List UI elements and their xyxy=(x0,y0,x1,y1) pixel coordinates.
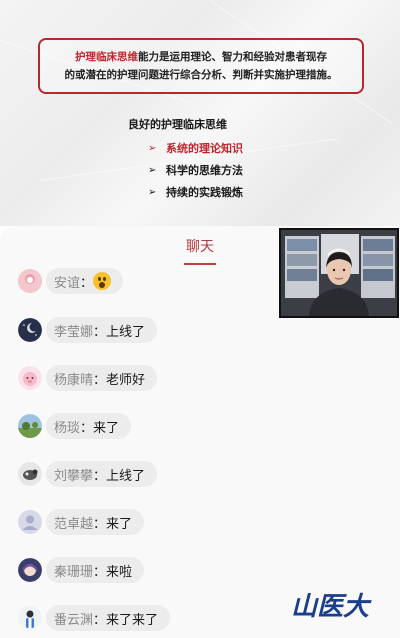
sender-name: 杨康晴 xyxy=(54,372,94,388)
teacher-video-feed[interactable] xyxy=(279,228,399,318)
chat-message: 安谊： xyxy=(18,268,124,294)
chat-message: 秦珊珊：来啦 xyxy=(18,557,145,583)
slide-bullet-item: ➢ 系统的理论知识 xyxy=(148,137,243,159)
presentation-slide: 护理临床思维能力是运用理论、智力和经验对患者现存 的或潜在的护理问题进行综合分析… xyxy=(0,0,400,226)
video-frame xyxy=(281,230,397,316)
definition-line-2: 的或潜在的护理问题进行综合分析、判断并实施护理措施。 xyxy=(64,69,338,81)
chat-bubble: 范卓越：来了 xyxy=(46,509,145,535)
dark-moon-avatar[interactable] xyxy=(18,318,42,342)
chat-bubble: 安谊： xyxy=(46,268,124,294)
chat-bubble: 刘攀攀：上线了 xyxy=(46,461,158,487)
surprised-face-emoji xyxy=(93,272,112,290)
chat-tab-indicator xyxy=(184,263,216,265)
sender-name: 安谊 xyxy=(54,275,81,291)
slide-bullet-label: 科学的思维方法 xyxy=(166,164,243,177)
name-separator: ： xyxy=(80,275,94,291)
definition-line-1: 护理临床思维能力是运用理论、智力和经验对患者现存 xyxy=(50,48,352,66)
message-text: 来了 xyxy=(106,516,133,532)
sender-name: 秦珊珊 xyxy=(54,564,94,580)
chat-bubble: 杨琰：来了 xyxy=(46,413,132,439)
chat-bubble: 秦珊珊：来啦 xyxy=(46,557,145,583)
arrow-bullet-icon: ➢ xyxy=(148,142,157,154)
message-text: 来啦 xyxy=(106,564,133,580)
doctor-avatar[interactable] xyxy=(18,606,42,630)
university-logo: 山医大 xyxy=(282,586,378,626)
chat-message: 杨康晴：老师好 xyxy=(18,365,158,391)
message-text: 老师好 xyxy=(106,372,146,388)
definition-line-1-rest: 能力是运用理论、智力和经验对患者现存 xyxy=(138,51,327,63)
definition-highlight: 护理临床思维 xyxy=(75,51,138,63)
name-separator: ： xyxy=(93,372,107,388)
chat-message: 杨琰：来了 xyxy=(18,413,132,439)
name-separator: ： xyxy=(80,420,94,436)
chat-message: 李莹娜：上线了 xyxy=(18,317,158,343)
slide-bullet-label: 系统的理论知识 xyxy=(166,142,243,155)
slide-bullet-label: 持续的实践锻炼 xyxy=(166,186,243,199)
logo-text: 山医大 xyxy=(291,592,372,622)
message-text: 上线了 xyxy=(106,468,146,484)
chat-message: 范卓越：来了 xyxy=(18,509,145,535)
slide-bullet-list: ➢ 系统的理论知识 ➢ 科学的思维方法 ➢ 持续的实践锻炼 xyxy=(148,137,243,203)
slide-bullet-item: ➢ 科学的思维方法 xyxy=(148,159,243,181)
definition-box: 护理临床思维能力是运用理论、智力和经验对患者现存 的或潜在的护理问题进行综合分析… xyxy=(38,38,364,94)
message-text: 上线了 xyxy=(106,324,146,340)
default-person-avatar[interactable] xyxy=(18,510,42,534)
sender-name: 李莹娜 xyxy=(54,324,94,340)
landscape-avatar[interactable] xyxy=(18,414,42,438)
arrow-bullet-icon: ➢ xyxy=(148,164,157,176)
slide-subtitle: 良好的护理临床思维 xyxy=(128,118,227,131)
name-separator: ： xyxy=(93,324,107,340)
calligraphy-logo-icon: 山医大 xyxy=(291,592,372,622)
chat-bubble: 杨康晴：老师好 xyxy=(46,365,158,391)
chat-bubble: 李莹娜：上线了 xyxy=(46,317,158,343)
slide-bullet-item: ➢ 持续的实践锻炼 xyxy=(148,181,243,203)
name-separator: ： xyxy=(93,612,107,628)
pink-round-avatar[interactable] xyxy=(18,269,42,293)
sender-name: 杨琰 xyxy=(54,420,81,436)
chat-message: 刘攀攀：上线了 xyxy=(18,461,158,487)
name-separator: ： xyxy=(93,468,107,484)
sender-name: 刘攀攀 xyxy=(54,468,94,484)
pink-cartoon-avatar[interactable] xyxy=(18,366,42,390)
chat-bubble: 番云渊：来了来了 xyxy=(46,605,171,631)
gray-bird-avatar[interactable] xyxy=(18,462,42,486)
name-separator: ： xyxy=(93,516,107,532)
name-separator: ： xyxy=(93,564,107,580)
sender-name: 番云渊 xyxy=(54,612,94,628)
sender-name: 范卓越 xyxy=(54,516,94,532)
message-text: 来了 xyxy=(93,420,120,436)
anime-girl-avatar[interactable] xyxy=(18,558,42,582)
arrow-bullet-icon: ➢ xyxy=(148,186,157,198)
message-text: 来了来了 xyxy=(106,612,159,628)
chat-message: 番云渊：来了来了 xyxy=(18,605,171,631)
